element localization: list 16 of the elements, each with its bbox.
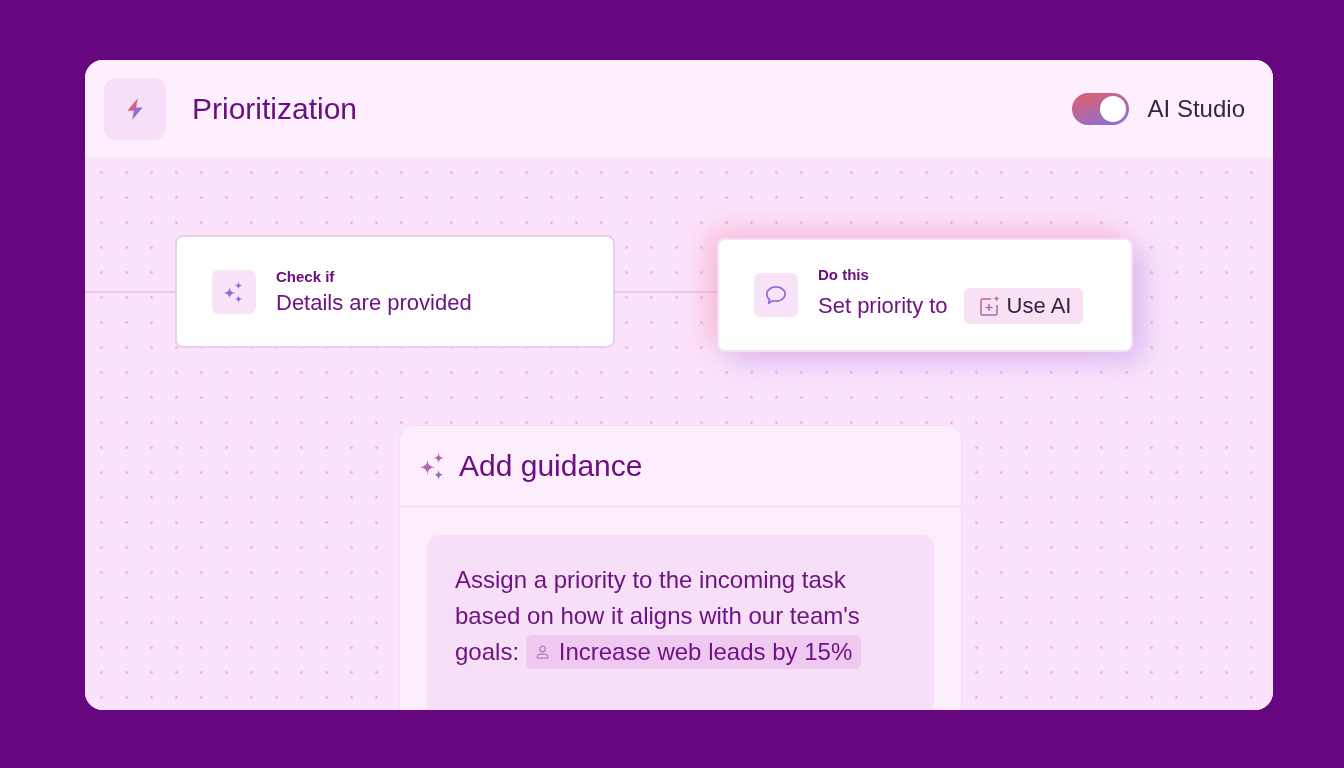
goal-chip[interactable]: Increase web leads by 15% — [525, 634, 862, 669]
toggle-label: AI Studio — [1147, 95, 1245, 123]
lightning-icon — [104, 78, 166, 140]
flow-node[interactable]: Check if Details are provided — [175, 235, 615, 348]
guidance-title: Add guidance — [459, 449, 643, 483]
flow-node[interactable]: Do this Set priority to Use AI — [717, 238, 1133, 352]
node-caption: Do this — [818, 266, 869, 283]
chat-bubble-icon — [754, 273, 798, 317]
node-text: Details are provided — [276, 289, 472, 316]
node-text: Set priority to — [818, 293, 948, 319]
node-caption: Check if — [276, 267, 335, 285]
use-ai-button[interactable]: Use AI — [963, 288, 1084, 324]
sparkles-icon — [212, 269, 256, 314]
ai-studio-toggle[interactable] — [1071, 93, 1129, 125]
page-title: Prioritization — [192, 92, 358, 126]
guidance-input[interactable]: Assign a priority to the incoming task based on how it aligns with our team's goals: Increase web leads by 15% — [427, 535, 934, 710]
